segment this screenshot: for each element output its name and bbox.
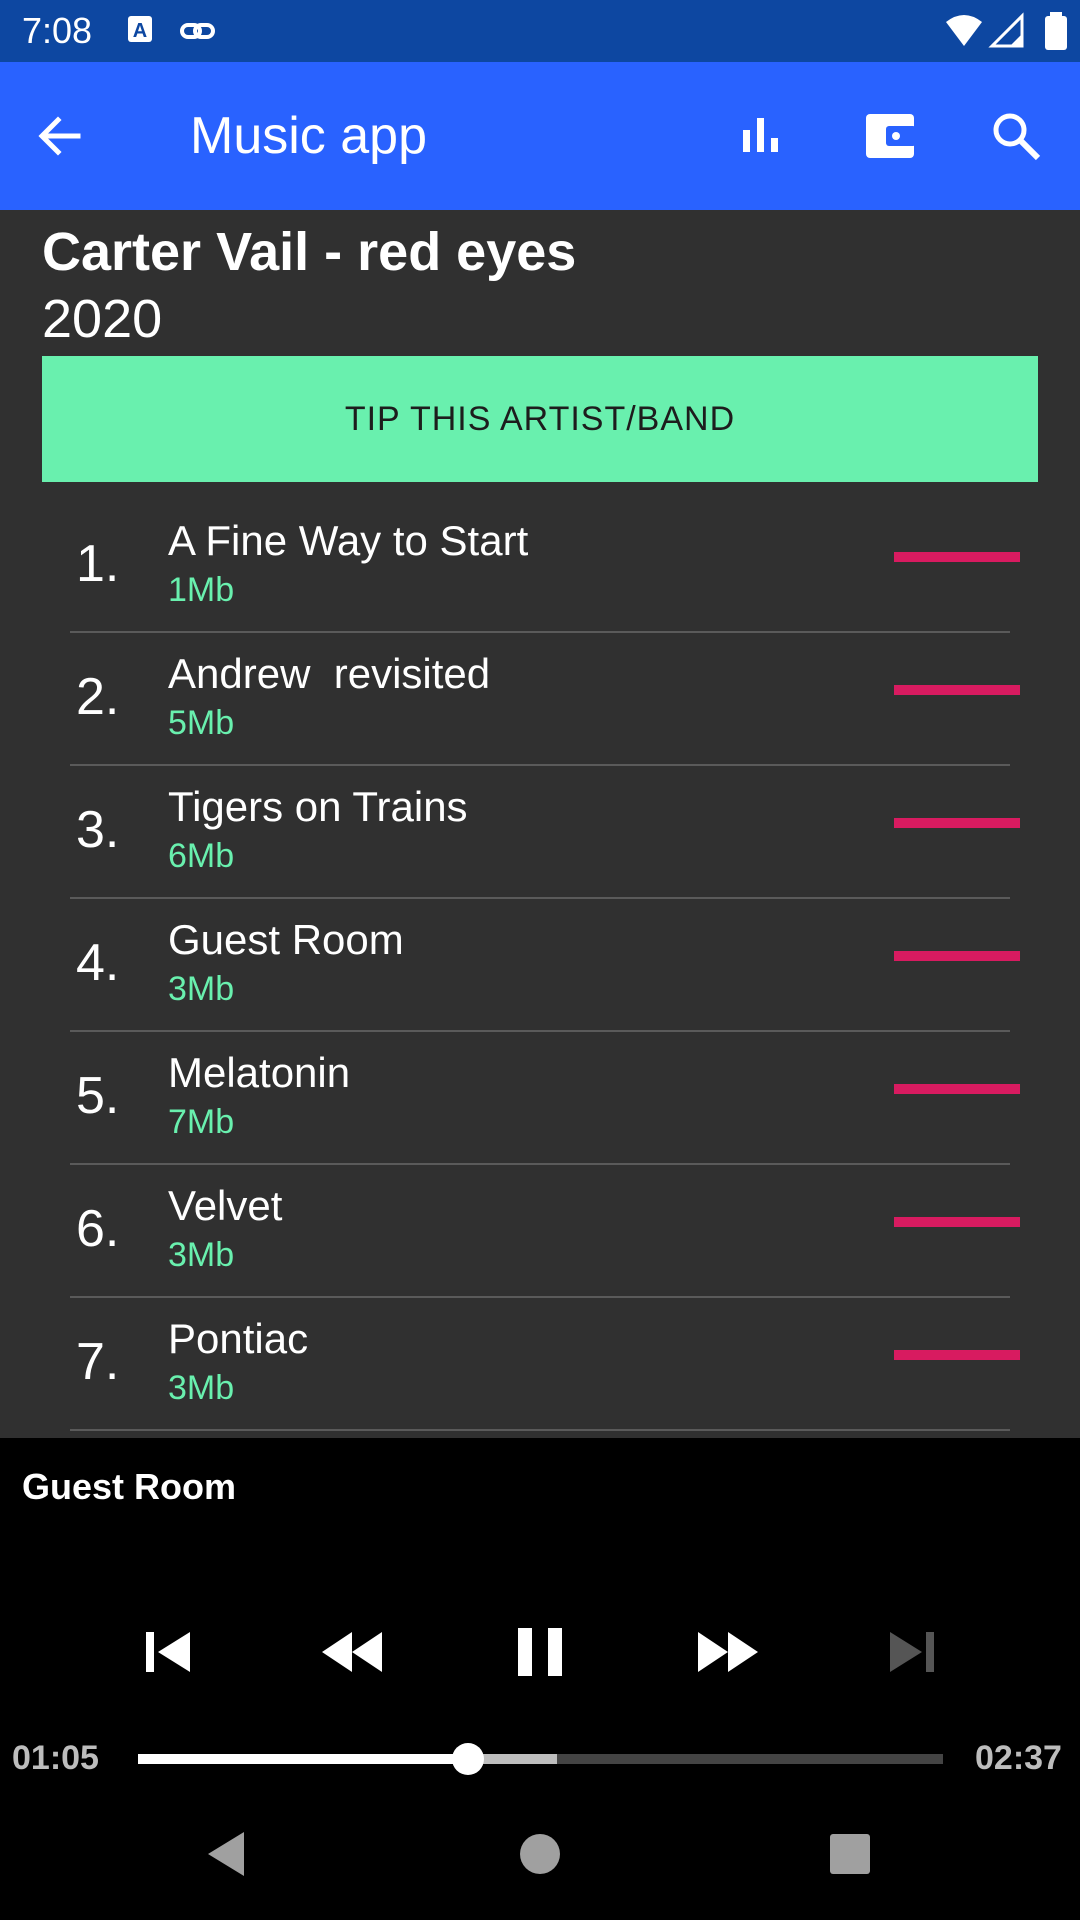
seek-progress bbox=[138, 1754, 469, 1764]
track-row[interactable]: 5. Melatonin 7Mb bbox=[0, 1032, 1080, 1165]
track-indicator-bar bbox=[894, 818, 1020, 828]
track-name: Andrew revisited bbox=[168, 650, 491, 697]
battery-icon bbox=[1036, 12, 1076, 52]
system-nav-bar bbox=[0, 1788, 1080, 1920]
skip-previous-icon[interactable] bbox=[132, 1616, 204, 1688]
equalizer-icon[interactable] bbox=[733, 106, 793, 166]
track-number: 5. bbox=[76, 1067, 120, 1125]
track-indicator-bar bbox=[894, 685, 1020, 695]
fast-forward-icon[interactable] bbox=[692, 1616, 764, 1688]
rewind-icon[interactable] bbox=[316, 1616, 388, 1688]
tip-artist-button[interactable]: TIP THIS ARTIST/BAND bbox=[42, 356, 1038, 482]
track-indicator-bar bbox=[894, 1084, 1020, 1094]
track-size: 5Mb bbox=[168, 704, 235, 742]
track-row[interactable]: 7. Pontiac 3Mb bbox=[0, 1298, 1080, 1431]
status-bar: 7:08 A bbox=[0, 0, 1080, 62]
status-time: 7:08 bbox=[22, 10, 93, 51]
nav-home-icon[interactable] bbox=[504, 1818, 576, 1890]
track-row[interactable]: 1. A Fine Way to Start 1Mb bbox=[0, 500, 1080, 633]
nav-back-icon[interactable] bbox=[190, 1818, 262, 1890]
track-number: 1. bbox=[76, 535, 120, 593]
track-name: Velvet bbox=[168, 1182, 283, 1229]
now-playing-title: Guest Room bbox=[22, 1466, 237, 1507]
track-number: 3. bbox=[76, 801, 120, 859]
skip-next-icon[interactable] bbox=[876, 1616, 948, 1688]
album-content: Carter Vail - red eyes 2020 TIP THIS ART… bbox=[0, 210, 1080, 1438]
track-name: Pontiac bbox=[168, 1315, 309, 1362]
link-icon bbox=[178, 12, 218, 52]
track-size: 3Mb bbox=[168, 1236, 235, 1274]
svg-text:A: A bbox=[133, 20, 147, 42]
nav-recents-icon[interactable] bbox=[814, 1818, 886, 1890]
total-time: 02:37 bbox=[975, 1739, 1062, 1777]
media-player: Guest Room 01:05 02:37 bbox=[0, 1438, 1080, 1788]
album-title: Carter Vail - red eyes bbox=[42, 222, 577, 282]
pause-icon[interactable] bbox=[504, 1616, 576, 1688]
track-name: A Fine Way to Start bbox=[168, 517, 529, 564]
album-year: 2020 bbox=[42, 289, 163, 349]
track-row[interactable]: 3. Tigers on Trains 6Mb bbox=[0, 766, 1080, 899]
track-size: 7Mb bbox=[168, 1103, 235, 1141]
track-indicator-bar bbox=[894, 552, 1020, 562]
track-row[interactable]: 6. Velvet 3Mb bbox=[0, 1165, 1080, 1298]
track-indicator-bar bbox=[894, 1217, 1020, 1227]
track-number: 7. bbox=[76, 1333, 120, 1391]
keyboard-a-icon: A bbox=[124, 12, 164, 52]
track-number: 4. bbox=[76, 934, 120, 992]
track-name: Melatonin bbox=[168, 1049, 351, 1096]
track-size: 1Mb bbox=[168, 571, 235, 609]
track-name: Guest Room bbox=[168, 916, 404, 963]
wifi-icon bbox=[944, 12, 984, 52]
back-arrow-icon[interactable] bbox=[30, 106, 90, 166]
elapsed-time: 01:05 bbox=[12, 1739, 99, 1777]
track-row[interactable]: 2. Andrew revisited 5Mb bbox=[0, 633, 1080, 766]
track-indicator-bar bbox=[894, 1350, 1020, 1360]
seek-thumb[interactable] bbox=[452, 1743, 485, 1775]
signal-icon bbox=[988, 12, 1028, 52]
app-bar: Music app bbox=[0, 62, 1080, 210]
track-divider bbox=[70, 1429, 1010, 1431]
track-size: 3Mb bbox=[168, 970, 235, 1008]
track-indicator-bar bbox=[894, 951, 1020, 961]
wallet-icon[interactable] bbox=[860, 106, 920, 166]
track-row[interactable]: 4. Guest Room 3Mb bbox=[0, 899, 1080, 1032]
track-number: 6. bbox=[76, 1200, 120, 1258]
track-number: 2. bbox=[76, 668, 120, 726]
track-size: 6Mb bbox=[168, 837, 235, 875]
seek-bar[interactable] bbox=[138, 1743, 943, 1775]
search-icon[interactable] bbox=[986, 106, 1046, 166]
app-title: Music app bbox=[190, 107, 427, 165]
track-name: Tigers on Trains bbox=[168, 783, 468, 830]
track-size: 3Mb bbox=[168, 1369, 235, 1407]
